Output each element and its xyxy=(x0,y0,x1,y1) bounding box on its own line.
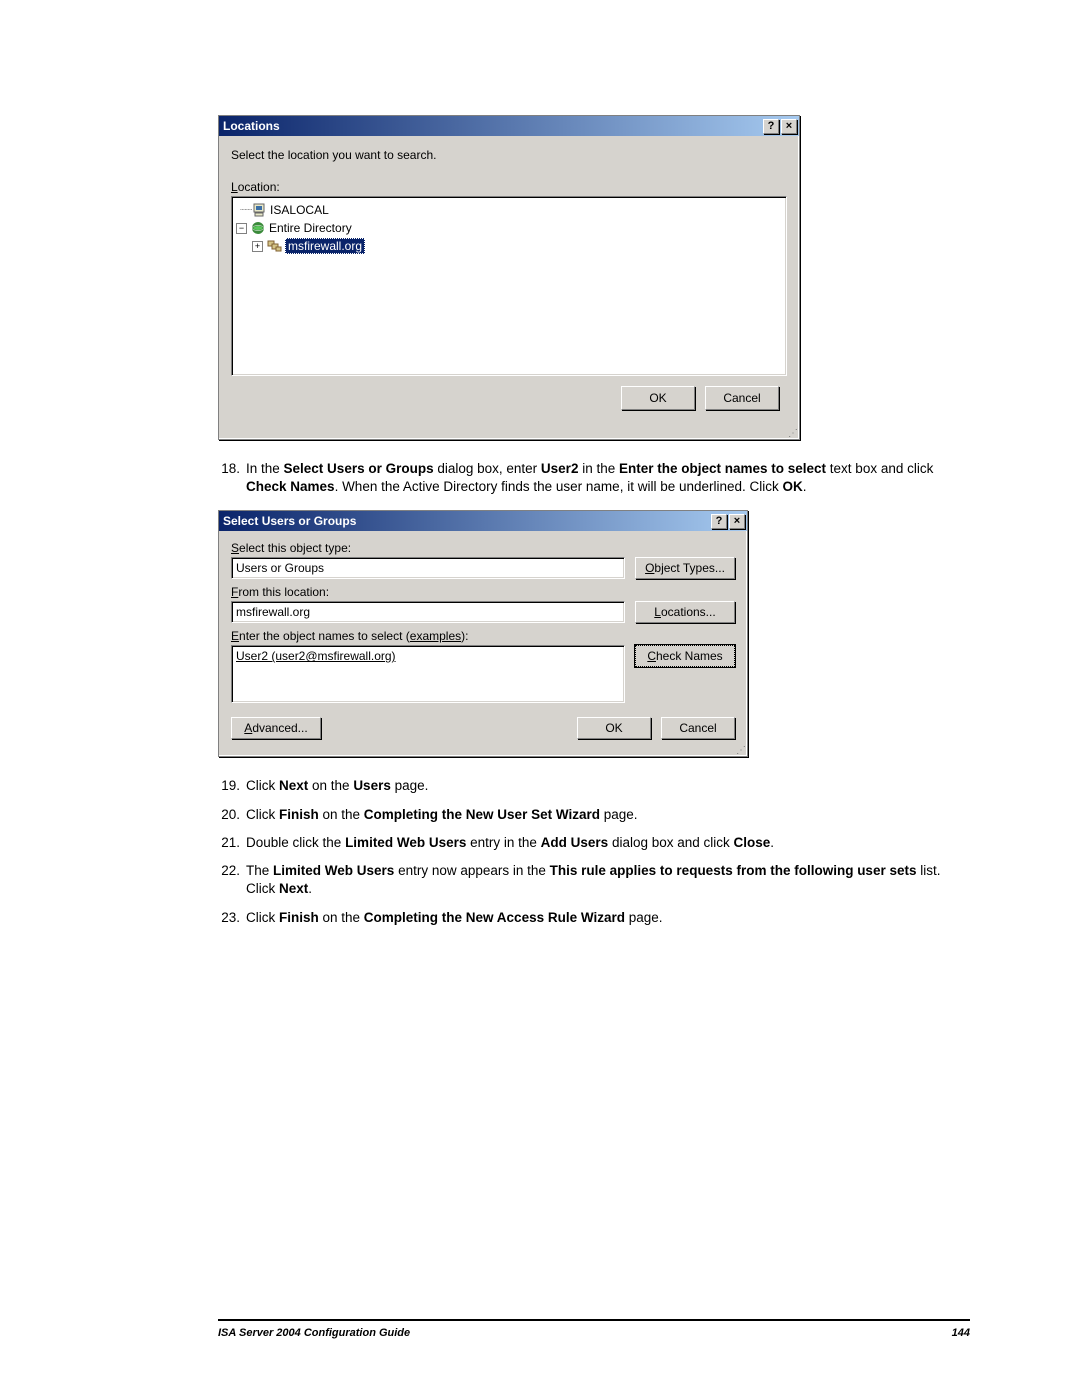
locations-instruction: Select the location you want to search. xyxy=(231,148,787,162)
resize-grip[interactable]: ⋰ xyxy=(219,428,799,439)
cancel-button[interactable]: Cancel xyxy=(705,386,779,410)
from-location-label: From this location: xyxy=(231,585,625,599)
locations-dialog: Locations ? × Select the location you wa… xyxy=(218,115,800,440)
footer-page: 144 xyxy=(952,1327,970,1339)
close-button[interactable]: × xyxy=(729,514,745,529)
advanced-button[interactable]: Advanced... xyxy=(231,717,321,739)
help-button[interactable]: ? xyxy=(763,119,779,134)
tree-selected-label: msfirewall.org xyxy=(285,238,365,254)
select-users-dialog: Select Users or Groups ? × Select this o… xyxy=(218,510,748,757)
ok-button[interactable]: OK xyxy=(621,386,695,410)
resize-grip[interactable]: ⋰ xyxy=(219,745,747,756)
step-18: 18. In the Select Users or Groups dialog… xyxy=(218,460,970,496)
step-22: 22. The Limited Web Users entry now appe… xyxy=(218,862,970,898)
location-tree[interactable]: ┈┈ ISALOCAL − Entire Directory + xyxy=(231,196,787,376)
object-type-field: Users or Groups xyxy=(231,557,625,579)
collapse-icon[interactable]: − xyxy=(236,223,247,234)
select-users-titlebar[interactable]: Select Users or Groups ? × xyxy=(219,511,747,531)
cancel-button[interactable]: Cancel xyxy=(661,717,735,739)
object-types-button[interactable]: Object Types... xyxy=(635,557,735,579)
location-label: Location: xyxy=(231,180,787,194)
close-button[interactable]: × xyxy=(781,119,797,134)
tree-node-directory[interactable]: − Entire Directory xyxy=(236,219,782,237)
step-19: 19. Click Next on the Users page. xyxy=(218,777,970,795)
domain-icon xyxy=(267,239,283,253)
object-type-label: Select this object type: xyxy=(231,541,625,555)
footer-title: ISA Server 2004 Configuration Guide xyxy=(218,1327,410,1339)
object-names-field[interactable]: User2 (user2@msfirewall.org) xyxy=(231,645,625,703)
examples-link[interactable]: examples xyxy=(410,629,461,643)
enter-names-label: Enter the object names to select (exampl… xyxy=(231,629,625,643)
page-footer: ISA Server 2004 Configuration Guide 144 xyxy=(218,1319,970,1339)
computer-icon xyxy=(252,203,268,217)
tree-node-msfirewall[interactable]: + msfirewall.org xyxy=(236,237,782,255)
help-button[interactable]: ? xyxy=(711,514,727,529)
select-users-title: Select Users or Groups xyxy=(223,514,356,528)
globe-icon xyxy=(251,221,267,235)
locations-button[interactable]: Locations... xyxy=(635,601,735,623)
ok-button[interactable]: OK xyxy=(577,717,651,739)
tree-node-isalocal[interactable]: ┈┈ ISALOCAL xyxy=(236,201,782,219)
step-23: 23. Click Finish on the Completing the N… xyxy=(218,909,970,927)
step-21: 21. Double click the Limited Web Users e… xyxy=(218,834,970,852)
location-field: msfirewall.org xyxy=(231,601,625,623)
locations-titlebar[interactable]: Locations ? × xyxy=(219,116,799,136)
expand-icon[interactable]: + xyxy=(252,241,263,252)
locations-title: Locations xyxy=(223,119,280,133)
check-names-button[interactable]: Check Names xyxy=(635,645,735,667)
step-20: 20. Click Finish on the Completing the N… xyxy=(218,806,970,824)
